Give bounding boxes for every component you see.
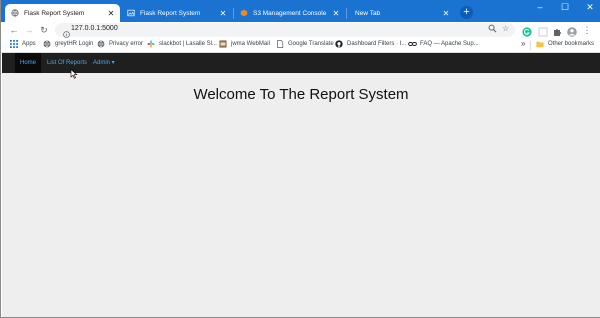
tab-flask-report-system[interactable]: Flask Report System ✕ — [121, 4, 232, 22]
tab-flask-report-system-active[interactable]: Flask Report System ✕ — [5, 4, 120, 22]
bookmark-label: Apps — [22, 41, 36, 47]
maximize-button[interactable]: ☐ — [558, 2, 572, 13]
tab-new-tab[interactable]: New Tab ✕ — [347, 4, 455, 22]
back-button[interactable]: ← — [8, 24, 20, 36]
bookmark-label: Privacy error — [109, 41, 144, 47]
new-tab-button[interactable]: + — [460, 6, 473, 19]
bookmark-label: slackbot | Lasalle Sl... — [159, 41, 217, 47]
main-content: Welcome To The Report System — [2, 73, 600, 317]
close-icon[interactable]: ✕ — [441, 9, 451, 18]
extensions-puzzle-icon[interactable] — [552, 24, 563, 36]
aws-icon — [240, 9, 248, 17]
bookmark-dashboard-filters[interactable]: Dashboard Filters · I... — [335, 40, 406, 48]
page-title: Welcome To The Report System — [193, 86, 409, 103]
forward-button[interactable]: → — [23, 24, 35, 36]
bookmark-label: Google Translate — [288, 41, 334, 47]
search-icon[interactable] — [488, 24, 497, 35]
nav-list-of-reports[interactable]: List Of Reports — [42, 53, 92, 73]
bookmark-apps[interactable]: Apps — [10, 40, 36, 48]
bookmark-google-translate[interactable]: Google Translate — [276, 40, 334, 48]
profile-avatar[interactable] — [567, 24, 578, 37]
tab-title: Flask Report System — [24, 9, 85, 17]
bookmarks-bar: Apps greytHR Login Privacy error slackbo… — [1, 38, 600, 53]
tab-title: Flask Report System — [140, 9, 201, 17]
minimize-button[interactable]: – — [533, 2, 547, 12]
tab-title: New Tab — [355, 9, 381, 17]
arrow-right-icon: → — [24, 25, 34, 35]
close-icon[interactable]: ✕ — [106, 9, 116, 18]
globe-icon — [43, 40, 51, 48]
close-icon[interactable]: ✕ — [218, 9, 228, 18]
arrow-left-icon: ← — [9, 25, 19, 35]
reload-button[interactable]: ↻ — [38, 24, 50, 36]
bookmarks-divider — [530, 41, 531, 50]
bookmark-label: Other bookmarks — [548, 41, 595, 47]
bookmark-greythr-login[interactable]: greytHR Login — [43, 40, 93, 48]
browser-window: Flask Report System ✕ Flask Report Syste… — [0, 0, 600, 318]
grammarly-icon[interactable] — [522, 24, 533, 37]
broken-image-icon — [127, 9, 135, 17]
bookmark-jwma-webmail[interactable]: jwma WebMail — [219, 40, 270, 48]
reload-icon: ↻ — [40, 25, 48, 35]
url-text: 127.0.0.1:5000 — [71, 25, 118, 32]
bookmark-slackbot[interactable]: slackbot | Lasalle Sl... — [147, 40, 217, 48]
link-icon — [408, 40, 417, 48]
slack-icon — [147, 40, 155, 48]
window-close-button[interactable]: ✕ — [583, 2, 597, 13]
app-navbar: Home List Of Reports Admin ▾ — [2, 53, 600, 73]
tab-title: S3 Management Console — [253, 9, 327, 17]
extension-square-icon[interactable] — [538, 24, 549, 37]
globe-icon — [97, 40, 105, 48]
bookmark-faq-apache[interactable]: FAQ — Apache Sup... — [408, 40, 479, 48]
other-bookmarks-folder[interactable]: Other bookmarks — [536, 40, 594, 48]
bookmark-privacy-error[interactable]: Privacy error — [97, 40, 143, 48]
tab-strip: Flask Report System ✕ Flask Report Syste… — [1, 0, 600, 22]
browser-toolbar: ← → ↻ 127.0.0.1:5000 ☆ ⋮ — [1, 22, 600, 38]
globe-icon — [11, 9, 19, 17]
nav-home[interactable]: Home — [15, 53, 42, 73]
apps-grid-icon — [10, 40, 18, 48]
nav-admin-dropdown[interactable]: Admin ▾ — [88, 53, 120, 73]
document-icon — [276, 40, 284, 48]
address-bar[interactable]: 127.0.0.1:5000 ☆ — [55, 23, 515, 38]
bookmarks-overflow-button[interactable]: » — [521, 39, 525, 48]
tab-s3-management-console[interactable]: S3 Management Console ✕ — [234, 4, 345, 22]
bookmark-label: FAQ — Apache Sup... — [420, 41, 479, 47]
bookmark-label: jwma WebMail — [231, 41, 270, 47]
more-vert-icon[interactable]: ⋮ — [581, 24, 593, 36]
star-icon[interactable]: ☆ — [502, 24, 509, 33]
folder-icon — [536, 40, 544, 48]
bookmark-label: greytHR Login — [55, 41, 94, 47]
mouse-cursor-icon — [70, 69, 78, 79]
github-icon — [335, 40, 343, 48]
close-icon[interactable]: ✕ — [331, 9, 341, 18]
webmail-icon — [219, 40, 227, 48]
bookmark-label: Dashboard Filters · I... — [347, 41, 407, 47]
